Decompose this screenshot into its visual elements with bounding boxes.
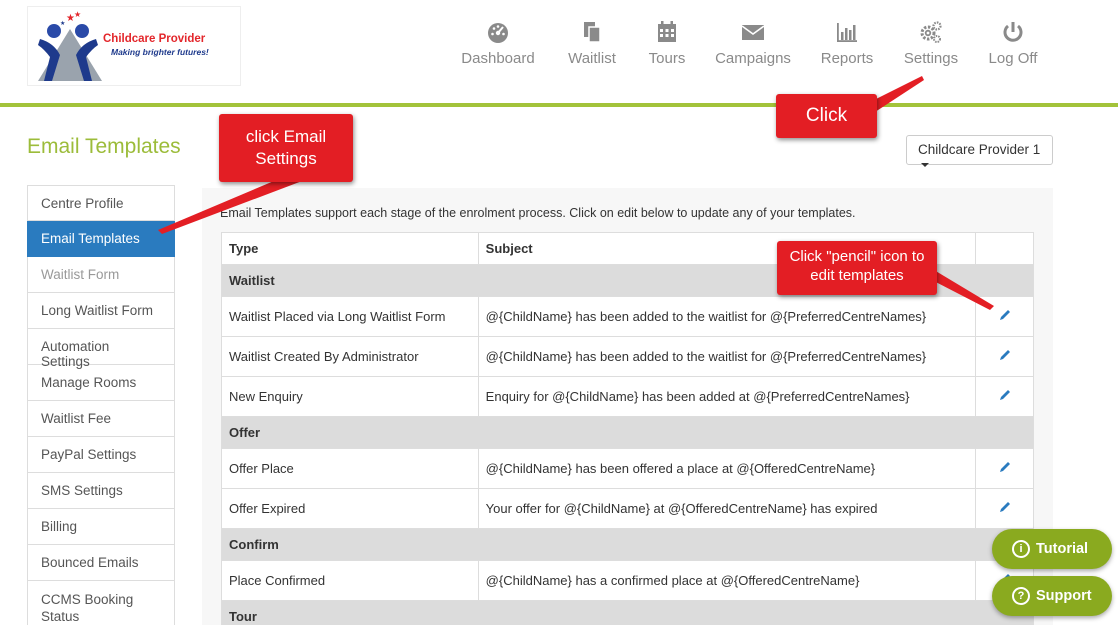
nav-label: Dashboard	[461, 50, 535, 67]
pencil-edit-icon[interactable]	[998, 500, 1012, 514]
edit-cell	[975, 336, 1034, 377]
bar-chart-icon	[837, 23, 857, 42]
template-subject: @{ChildName} has been added to the waitl…	[477, 336, 977, 377]
table-row: Waitlist Created By Administrator @{Chil…	[221, 336, 1034, 377]
info-icon: i	[1012, 540, 1030, 558]
template-type: Waitlist Placed via Long Waitlist Form	[221, 296, 479, 337]
template-subject: @{ChildName} has been offered a place at…	[477, 448, 977, 489]
template-type: Offer Place	[221, 448, 479, 489]
sidebar-item-bounced-emails[interactable]: Bounced Emails	[27, 545, 175, 581]
group-label: Offer	[221, 416, 1034, 449]
sidebar-item-ccms-booking-status[interactable]: CCMS Booking Status	[27, 581, 175, 625]
power-icon	[1003, 22, 1023, 42]
template-type: New Enquiry	[221, 376, 479, 417]
brand-logo[interactable]: ★ ★ ★ Childcare Provider Making brighter…	[27, 6, 241, 86]
sidebar-item-centre-profile[interactable]: Centre Profile	[27, 185, 175, 221]
column-header-actions	[975, 232, 1034, 265]
tutorial-button[interactable]: i Tutorial	[992, 529, 1112, 569]
nav-campaigns[interactable]: Campaigns	[710, 20, 796, 76]
group-row-confirm: Confirm	[221, 528, 1034, 561]
template-subject: @{ChildName} has been added to the waitl…	[477, 296, 977, 337]
svg-text:★: ★	[74, 10, 81, 19]
callout-click-settings: Click	[776, 94, 877, 138]
group-label: Confirm	[221, 528, 1034, 561]
column-header-type: Type	[221, 232, 479, 265]
caret-down-icon	[921, 163, 929, 168]
question-icon: ?	[1012, 587, 1030, 605]
sidebar-item-long-waitlist-form[interactable]: Long Waitlist Form	[27, 293, 175, 329]
table-row: Offer Place @{ChildName} has been offere…	[221, 448, 1034, 489]
nav-label: Settings	[903, 50, 959, 67]
sidebar-item-manage-rooms[interactable]: Manage Rooms	[27, 365, 175, 401]
logo-brand-text: Childcare Provider	[103, 33, 206, 45]
intro-text: Email Templates support each stage of th…	[220, 206, 856, 220]
template-type: Offer Expired	[221, 488, 479, 529]
waitlist-icon	[584, 22, 601, 43]
edit-cell	[975, 448, 1034, 489]
support-label: Support	[1036, 588, 1092, 604]
settings-sidebar: Centre Profile Email Templates Waitlist …	[27, 185, 175, 625]
calendar-icon	[658, 21, 676, 42]
group-label: Tour	[221, 600, 1034, 625]
page-title: Email Templates	[27, 135, 181, 158]
top-header: ★ ★ ★ Childcare Provider Making brighter…	[0, 0, 1118, 104]
table-row: Waitlist Placed via Long Waitlist Form @…	[221, 296, 1034, 337]
pencil-edit-icon[interactable]	[998, 348, 1012, 362]
dashboard-icon	[488, 23, 508, 43]
nav-waitlist[interactable]: Waitlist	[560, 20, 624, 76]
people-logo-icon: ★ ★ ★	[38, 10, 102, 81]
svg-text:★: ★	[60, 20, 65, 27]
pencil-edit-icon[interactable]	[998, 460, 1012, 474]
template-subject: Enquiry for @{ChildName} has been added …	[477, 376, 977, 417]
centre-select-value: Childcare Provider 1	[918, 142, 1041, 157]
pencil-edit-icon[interactable]	[998, 308, 1012, 322]
template-type: Place Confirmed	[221, 560, 479, 601]
group-row-offer: Offer	[221, 416, 1034, 449]
envelope-icon	[741, 25, 765, 40]
nav-label: Campaigns	[715, 50, 791, 67]
group-row-tour: Tour	[221, 600, 1034, 625]
sidebar-item-waitlist-fee[interactable]: Waitlist Fee	[27, 401, 175, 437]
nav-label: Tours	[648, 50, 686, 67]
template-subject: @{ChildName} has a confirmed place at @{…	[477, 560, 977, 601]
table-row: Place Confirmed @{ChildName} has a confi…	[221, 560, 1034, 601]
callout-click-pencil: Click "pencil" icon to edit templates	[777, 241, 937, 295]
table-row: New Enquiry Enquiry for @{ChildName} has…	[221, 376, 1034, 417]
nav-dashboard[interactable]: Dashboard	[455, 20, 541, 76]
sidebar-item-automation-settings[interactable]: Automation Settings	[27, 329, 175, 369]
nav-label: Reports	[820, 50, 874, 67]
nav-label: Log Off	[988, 50, 1038, 67]
template-type: Waitlist Created By Administrator	[221, 336, 479, 377]
pencil-edit-icon[interactable]	[998, 388, 1012, 402]
edit-cell	[975, 488, 1034, 529]
sidebar-item-sms-settings[interactable]: SMS Settings	[27, 473, 175, 509]
gears-icon	[920, 21, 942, 43]
edit-cell	[975, 376, 1034, 417]
support-button[interactable]: ? Support	[992, 576, 1112, 616]
centre-select-dropdown[interactable]: Childcare Provider 1	[906, 135, 1053, 168]
nav-label: Waitlist	[568, 50, 616, 67]
sidebar-item-billing[interactable]: Billing	[27, 509, 175, 545]
sidebar-item-waitlist-form[interactable]: Waitlist Form	[27, 257, 175, 293]
edit-cell	[975, 296, 1034, 337]
nav-reports[interactable]: Reports	[815, 20, 879, 76]
table-row: Offer Expired Your offer for @{ChildName…	[221, 488, 1034, 529]
template-subject: Your offer for @{ChildName} at @{Offered…	[477, 488, 977, 529]
header-divider	[0, 103, 1118, 107]
logo-tagline-text: Making brighter futures!	[111, 47, 209, 57]
callout-click-email-settings: click Email Settings	[219, 114, 353, 182]
nav-tours[interactable]: Tours	[642, 20, 692, 76]
nav-log-off[interactable]: Log Off	[982, 20, 1044, 76]
tutorial-label: Tutorial	[1036, 541, 1089, 557]
sidebar-item-paypal-settings[interactable]: PayPal Settings	[27, 437, 175, 473]
sidebar-item-email-templates[interactable]: Email Templates	[27, 221, 175, 257]
nav-settings[interactable]: Settings	[897, 20, 965, 76]
